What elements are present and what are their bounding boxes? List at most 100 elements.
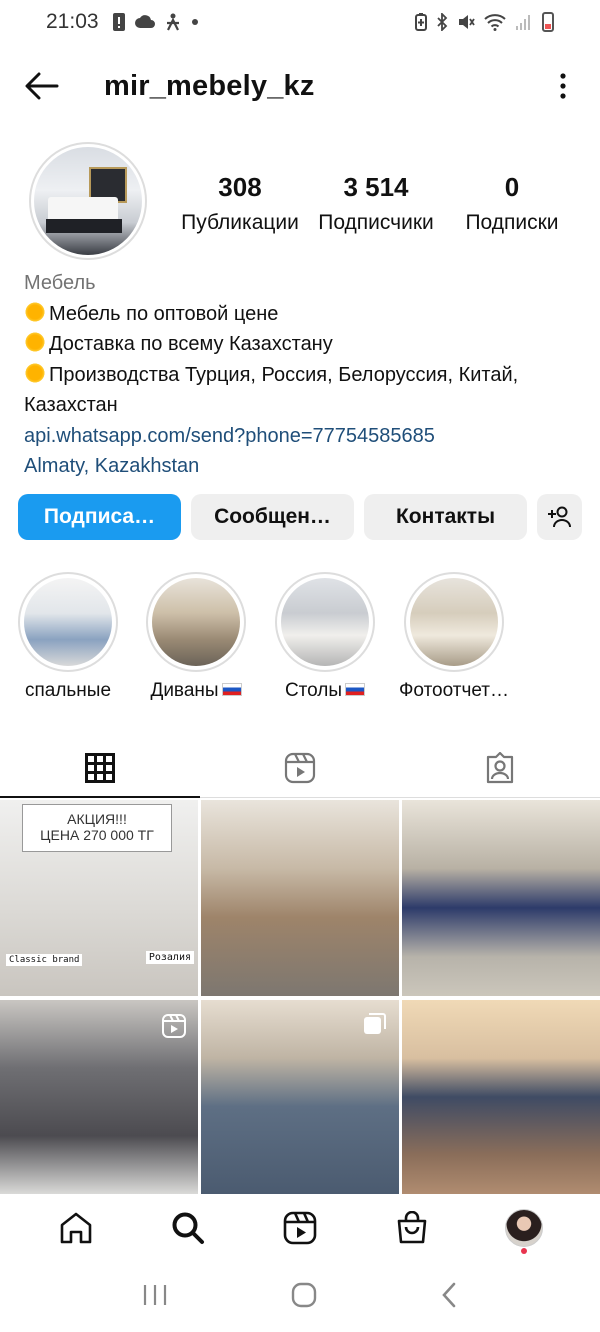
avatar-image <box>34 147 142 255</box>
bio-line: Производства Турция, Россия, Белоруссия,… <box>24 360 584 391</box>
system-navigation-bar <box>0 1262 600 1332</box>
grid-icon <box>85 752 115 783</box>
dot-icon <box>191 19 198 25</box>
promo-model: Розалия <box>145 951 194 964</box>
avatar <box>505 1209 543 1247</box>
nav-profile[interactable] <box>494 1198 554 1258</box>
highlight-thumbnail <box>410 578 498 666</box>
followers-count: 3 514 <box>343 172 409 202</box>
sun-icon <box>24 331 46 353</box>
highlight-thumbnail <box>152 578 240 666</box>
status-left-icons <box>112 13 199 31</box>
profile-category: Мебель <box>24 272 96 294</box>
search-icon <box>172 1212 204 1244</box>
tagged-user-icon <box>486 751 514 783</box>
reels-icon <box>283 1211 317 1245</box>
highlight-item[interactable]: Столы <box>265 572 385 702</box>
tab-tagged[interactable] <box>400 738 600 797</box>
profile-bio: Мебель Мебель по оптовой цене Доставка п… <box>24 268 584 482</box>
reel-badge-icon <box>162 1014 186 1038</box>
highlight-label: Столы <box>265 680 385 702</box>
battery-icon <box>542 12 554 32</box>
nav-shop[interactable] <box>382 1198 442 1258</box>
following-count: 0 <box>504 172 520 202</box>
profile-location[interactable]: Almaty, Kazakhstan <box>24 451 584 482</box>
profile-header: mir_mebely_kz <box>0 58 600 114</box>
more-options-button[interactable] <box>548 66 578 106</box>
recent-apps-icon <box>143 1284 166 1305</box>
message-button[interactable]: Сообщен… <box>191 494 354 540</box>
posts-label: Публикации <box>181 211 299 234</box>
promo-title: АКЦИЯ!!! <box>67 811 127 827</box>
nav-reels[interactable] <box>270 1198 330 1258</box>
promo-price: ЦЕНА 270 000 ТГ <box>40 827 154 843</box>
highlight-label: спальные <box>24 680 112 701</box>
post-thumbnail[interactable] <box>402 1000 600 1194</box>
home-icon <box>60 1212 92 1244</box>
recent-apps-button[interactable] <box>142 1284 168 1311</box>
suggest-users-button[interactable] <box>537 494 582 540</box>
promo-banner: АКЦИЯ!!! ЦЕНА 270 000 ТГ <box>22 804 172 852</box>
tab-reels[interactable] <box>200 738 400 797</box>
notification-dot <box>521 1248 527 1254</box>
highlight-item[interactable]: спальные <box>8 572 128 702</box>
more-vertical-icon <box>560 73 566 99</box>
stat-followers[interactable]: 3 514 Подписчики <box>312 172 440 235</box>
sun-icon <box>24 300 46 323</box>
post-thumbnail[interactable] <box>201 800 399 996</box>
alert-icon <box>112 13 125 31</box>
highlight-label: Диваны <box>136 680 256 702</box>
nav-home[interactable] <box>46 1198 106 1258</box>
back-button[interactable] <box>22 66 62 106</box>
carousel-badge-icon <box>364 1013 386 1034</box>
sun-icon <box>24 361 46 384</box>
profile-tabs <box>0 738 600 798</box>
bottom-navigation <box>0 1196 600 1260</box>
russia-flag-icon <box>221 683 242 696</box>
reels-icon <box>284 752 316 783</box>
wifi-icon <box>484 14 506 31</box>
bio-line: Казахстан <box>24 394 118 416</box>
story-highlights: спальные Диваны Столы Фотоотчет… <box>18 572 598 712</box>
highlight-item[interactable]: Фотоотчет… <box>394 572 514 702</box>
follow-button[interactable]: Подписа… <box>18 494 181 540</box>
cloud-icon <box>134 15 155 28</box>
arrow-left-icon <box>25 72 59 100</box>
posts-grid: АКЦИЯ!!! ЦЕНА 270 000 ТГ Classic brand Р… <box>0 800 600 1194</box>
following-label: Подписки <box>465 211 559 234</box>
highlight-thumbnail <box>281 578 369 666</box>
chevron-left-icon <box>442 1282 456 1307</box>
shopping-bag-icon <box>397 1211 427 1244</box>
contacts-button[interactable]: Контакты <box>364 494 527 540</box>
profile-avatar[interactable] <box>29 142 147 260</box>
post-thumbnail[interactable] <box>0 1000 198 1194</box>
profile-summary: 308 Публикации 3 514 Подписчики 0 Подпис… <box>0 142 600 262</box>
post-thumbnail[interactable]: АКЦИЯ!!! ЦЕНА 270 000 ТГ Classic brand Р… <box>0 800 198 996</box>
profile-actions: Подписа… Сообщен… Контакты <box>18 494 582 540</box>
stat-following[interactable]: 0 Подписки <box>460 172 564 235</box>
post-thumbnail[interactable] <box>402 800 600 996</box>
home-circle-icon <box>291 1282 317 1307</box>
tab-posts-grid[interactable] <box>0 738 200 798</box>
bluetooth-icon <box>437 13 448 31</box>
signal-icon <box>516 15 530 30</box>
mute-icon <box>459 15 475 29</box>
russia-flag-icon <box>345 683 366 696</box>
system-back-button[interactable] <box>440 1282 458 1313</box>
promo-brand: Classic brand <box>6 954 83 966</box>
posts-count: 308 <box>218 172 262 202</box>
highlight-label: Фотоотчет… <box>398 680 510 701</box>
highlight-thumbnail <box>24 578 112 666</box>
nav-search[interactable] <box>158 1198 218 1258</box>
home-system-button[interactable] <box>291 1282 317 1313</box>
status-right-icons <box>415 12 554 32</box>
profile-username: mir_mebely_kz <box>104 69 315 102</box>
status-bar: 21:03 <box>0 0 600 44</box>
bio-line: Доставка по всему Казахстану <box>24 329 584 360</box>
highlight-item[interactable]: Диваны <box>136 572 256 702</box>
status-time: 21:03 <box>46 10 99 33</box>
add-user-icon <box>547 506 571 528</box>
post-thumbnail[interactable] <box>201 1000 399 1194</box>
stat-posts[interactable]: 308 Публикации <box>176 172 304 235</box>
profile-website-link[interactable]: api.whatsapp.com/send?phone=77754585685 <box>24 421 584 452</box>
